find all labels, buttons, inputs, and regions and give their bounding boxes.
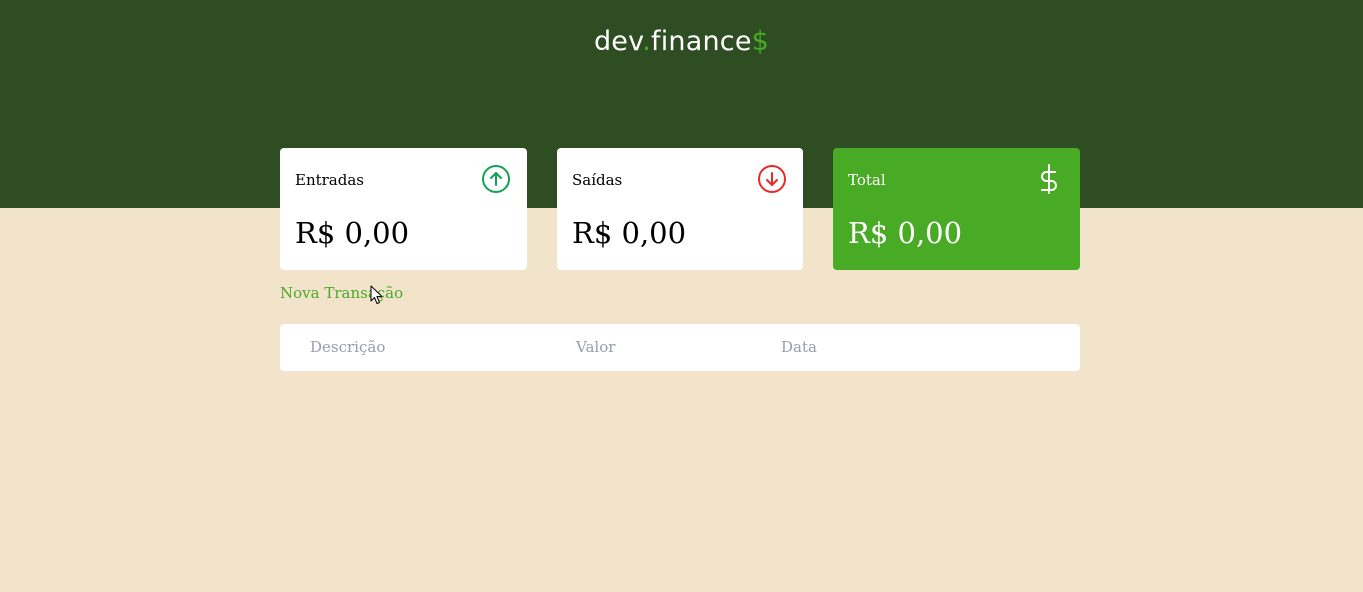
column-header-amount: Valor [576, 338, 616, 356]
total-label: Total [848, 171, 886, 189]
arrow-up-circle-icon [482, 165, 510, 193]
logo-dot: . [642, 26, 651, 57]
total-card: Total R$ 0,00 [833, 148, 1080, 270]
logo-name: finance [651, 26, 752, 57]
expense-value: R$ 0,00 [572, 216, 687, 250]
total-value: R$ 0,00 [848, 216, 963, 250]
logo-prefix: dev [593, 26, 643, 57]
dollar-icon [1041, 164, 1057, 194]
column-header-date: Data [781, 338, 817, 356]
transactions-table: Descrição Valor Data [280, 324, 1080, 371]
column-header-description: Descrição [310, 338, 386, 356]
income-value: R$ 0,00 [295, 216, 410, 250]
expense-label: Saídas [572, 171, 623, 189]
income-card: Entradas R$ 0,00 [280, 148, 527, 270]
income-label: Entradas [295, 171, 364, 189]
arrow-down-circle-icon [758, 165, 786, 193]
expense-card: Saídas R$ 0,00 [557, 148, 803, 270]
mouse-cursor-icon [370, 285, 383, 304]
logo-dollar: $ [751, 26, 770, 57]
new-transaction-link[interactable]: Nova Transação [280, 284, 403, 302]
logo: dev.finance$ [0, 26, 1363, 58]
